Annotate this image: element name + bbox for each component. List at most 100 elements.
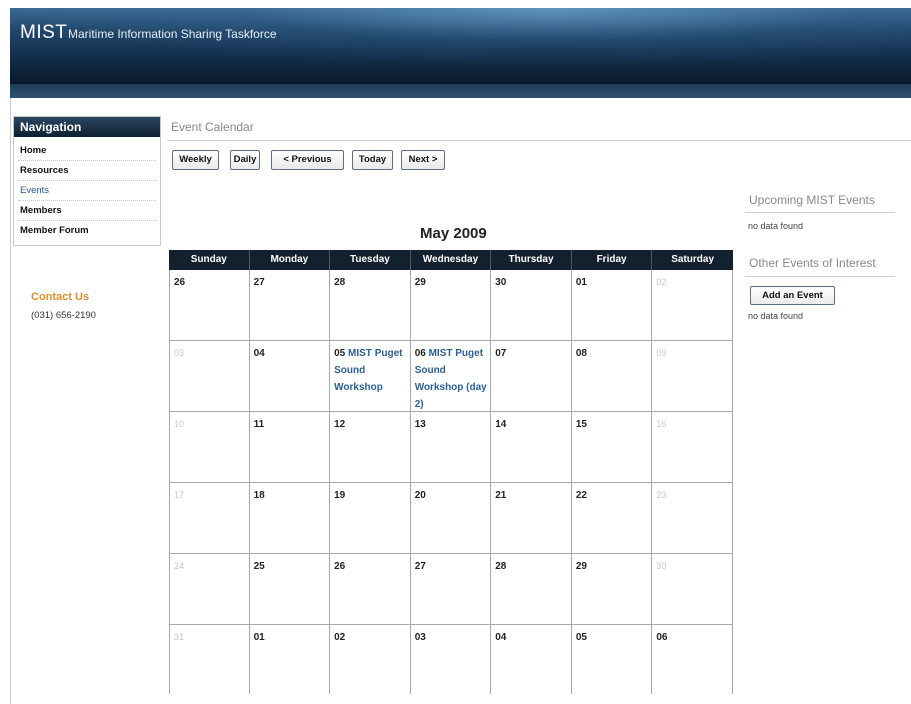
calendar-day-cell[interactable]: 08 <box>572 341 653 411</box>
calendar-day-cell[interactable]: 13 <box>411 412 492 482</box>
day-number: 29 <box>414 277 426 288</box>
weekday-wednesday: Wednesday <box>411 250 492 270</box>
calendar-day-cell[interactable]: 23 <box>652 483 733 553</box>
calendar-day-cell[interactable]: 16 <box>652 412 733 482</box>
page-title: Event Calendar <box>171 120 254 134</box>
day-number: 18 <box>253 490 265 501</box>
day-number: 13 <box>414 419 426 430</box>
day-number: 02 <box>656 277 667 287</box>
calendar-day-cell[interactable]: 29 <box>572 554 653 624</box>
calendar-day-cell[interactable]: 03 <box>411 625 492 694</box>
calendar-day-cell[interactable]: 31 <box>169 625 250 694</box>
day-number: 11 <box>253 419 265 430</box>
upcoming-events-empty: no data found <box>748 221 804 231</box>
weekly-button[interactable]: Weekly <box>172 150 219 170</box>
calendar-day-cell[interactable]: 06 <box>652 625 733 694</box>
calendar-day-cell[interactable]: 30 <box>652 554 733 624</box>
calendar-day-cell[interactable]: 15 <box>572 412 653 482</box>
calendar-day-cell[interactable]: 27 <box>250 270 331 340</box>
calendar-day-cell[interactable]: 28 <box>330 270 411 340</box>
day-number: 01 <box>253 632 265 643</box>
day-number: 22 <box>575 490 587 501</box>
day-number: 23 <box>656 490 667 500</box>
nav-item-home[interactable]: Home <box>18 141 156 161</box>
calendar-day-cell[interactable]: 28 <box>491 554 572 624</box>
nav-item-resources[interactable]: Resources <box>18 161 156 181</box>
day-number: 12 <box>334 419 346 430</box>
previous-button[interactable]: < Previous <box>271 150 344 170</box>
day-number: 17 <box>174 490 185 500</box>
day-number: 21 <box>495 490 507 501</box>
day-number: 26 <box>334 561 346 572</box>
add-event-button[interactable]: Add an Event <box>750 286 835 305</box>
nav-item-member-forum[interactable]: Member Forum <box>18 221 156 241</box>
day-number: 29 <box>575 561 587 572</box>
day-number: 04 <box>495 632 507 643</box>
day-number: 02 <box>334 632 346 643</box>
calendar-day-cell[interactable]: 02 <box>330 625 411 694</box>
calendar-day-cell[interactable]: 04 <box>250 341 331 411</box>
daily-button[interactable]: Daily <box>230 150 260 170</box>
calendar-day-cell[interactable]: 10 <box>169 412 250 482</box>
calendar-day-cell[interactable]: 09 <box>652 341 733 411</box>
day-number: 06 <box>656 632 668 643</box>
day-number: 07 <box>495 348 507 359</box>
calendar-day-cell[interactable]: 21 <box>491 483 572 553</box>
calendar-day-cell[interactable]: 05 MIST Puget Sound Workshop <box>330 341 411 411</box>
event-link[interactable]: MIST Puget Sound Workshop (day 2) <box>415 348 487 410</box>
calendar-day-cell[interactable]: 01 <box>250 625 331 694</box>
calendar-day-cell[interactable]: 03 <box>169 341 250 411</box>
nav-item-events[interactable]: Events <box>18 181 156 201</box>
day-number: 05 <box>334 348 346 359</box>
header-bar <box>10 84 911 98</box>
calendar-day-cell[interactable]: 24 <box>169 554 250 624</box>
calendar-day-cell[interactable]: 20 <box>411 483 492 553</box>
calendar-day-cell[interactable]: 26 <box>330 554 411 624</box>
calendar-day-cell[interactable]: 25 <box>250 554 331 624</box>
calendar-day-cell[interactable]: 11 <box>250 412 331 482</box>
day-number: 27 <box>253 277 265 288</box>
nav-item-members[interactable]: Members <box>18 201 156 221</box>
calendar-day-cell[interactable]: 07 <box>491 341 572 411</box>
calendar-day-cell[interactable]: 18 <box>250 483 331 553</box>
calendar-day-cell[interactable]: 30 <box>491 270 572 340</box>
calendar-day-cell[interactable]: 12 <box>330 412 411 482</box>
site-logo[interactable]: MIST <box>20 22 67 44</box>
calendar-day-cell[interactable]: 05 <box>572 625 653 694</box>
day-number: 05 <box>575 632 587 643</box>
day-number: 30 <box>495 277 507 288</box>
calendar-day-cell[interactable]: 19 <box>330 483 411 553</box>
calendar-day-cell[interactable]: 02 <box>652 270 733 340</box>
calendar-day-cell[interactable]: 27 <box>411 554 492 624</box>
calendar-day-cell[interactable]: 06 MIST Puget Sound Workshop (day 2) <box>411 341 492 411</box>
calendar-day-cell[interactable]: 14 <box>491 412 572 482</box>
weekday-sunday: Sunday <box>169 250 250 270</box>
next-button[interactable]: Next > <box>401 150 445 170</box>
day-number: 27 <box>414 561 426 572</box>
day-number: 20 <box>414 490 426 501</box>
calendar-week-row: 03 04 05 MIST Puget Sound Workshop 06 MIST … <box>169 341 733 412</box>
calendar-month-title: May 2009 <box>420 225 487 242</box>
navigation-panel: Navigation Home Resources Events Members Mem… <box>13 116 161 246</box>
site-header: MIST Maritime Information Sharing Taskfo… <box>10 8 911 98</box>
day-number: 28 <box>334 277 346 288</box>
weekday-saturday: Saturday <box>671 254 715 265</box>
weekday-friday: Friday <box>572 250 653 270</box>
calendar-day-cell[interactable]: 26 <box>169 270 250 340</box>
calendar-week-row: 10 11 12 13 14 15 16 <box>169 412 733 483</box>
calendar-day-cell[interactable]: 04 <box>491 625 572 694</box>
other-events-title: Other Events of Interest <box>749 256 876 270</box>
other-events-divider <box>745 276 895 277</box>
calendar-week-row: 31 01 02 03 04 05 06 <box>169 625 733 694</box>
calendar-day-cell[interactable]: 29 <box>411 270 492 340</box>
calendar-week-row: 17 18 19 20 21 22 23 <box>169 483 733 554</box>
day-number: 16 <box>656 419 667 429</box>
event-link[interactable]: MIST Puget Sound Workshop <box>334 348 402 393</box>
day-number: 10 <box>174 419 185 429</box>
calendar-day-cell[interactable]: 22 <box>572 483 653 553</box>
calendar-day-cell[interactable]: 17 <box>169 483 250 553</box>
today-button[interactable]: Today <box>352 150 393 170</box>
weekday-thursday: Thursday <box>491 250 572 270</box>
upcoming-events-divider <box>745 212 895 213</box>
calendar-day-cell[interactable]: 01 <box>572 270 653 340</box>
